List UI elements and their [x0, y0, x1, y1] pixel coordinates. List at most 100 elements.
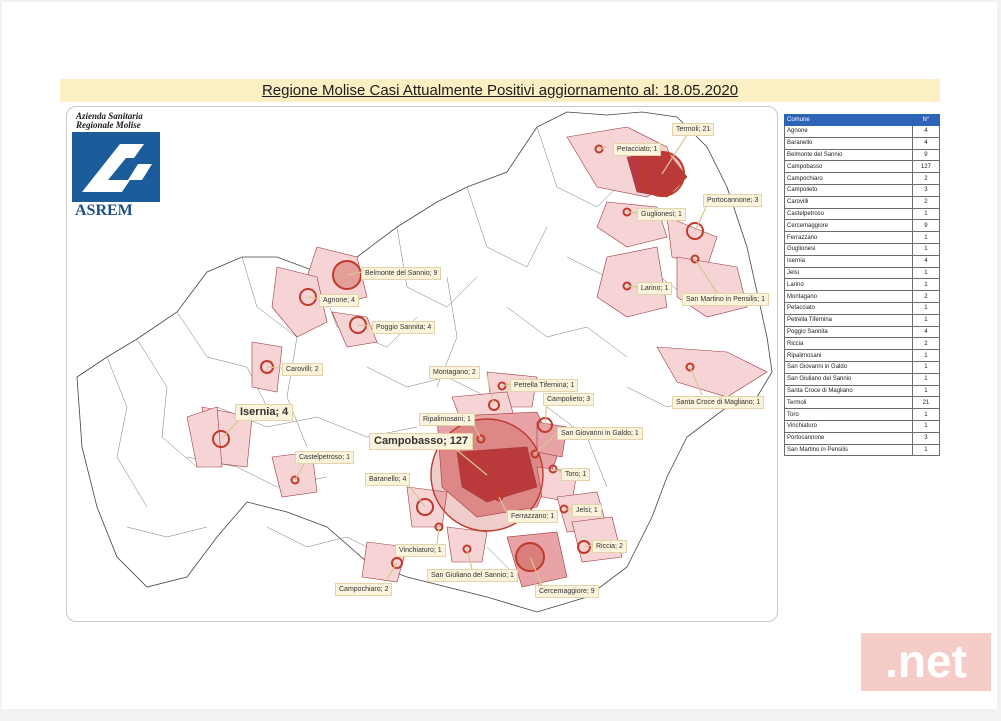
cell-count: 3	[911, 431, 941, 445]
cell-count: 3	[911, 183, 941, 197]
cell-comune: Petrella Tifernina	[784, 313, 913, 327]
label-campobasso: Campobasso; 127	[369, 433, 474, 450]
cell-comune: Ripalimosani	[784, 349, 913, 362]
cell-count: 1	[911, 384, 941, 398]
watermark-badge: .net	[861, 633, 991, 691]
map-frame: Termoli; 21 Petacciato; 1 Portocannone; …	[66, 106, 778, 622]
cell-comune: Belmonte del Sannio	[784, 148, 913, 162]
cell-count: 1	[911, 360, 941, 374]
cell-comune: Carovilli	[784, 195, 913, 209]
label-sangiovanni: San Giovanni in Galdo; 1	[557, 427, 643, 440]
table-row: Larino 1	[784, 278, 941, 292]
cell-comune: Baranello	[784, 136, 913, 150]
logo-brand: ASREM	[75, 202, 133, 219]
cell-count: 1	[911, 266, 941, 280]
cell-count: 1	[911, 372, 941, 386]
cell-count: 1	[911, 408, 941, 421]
label-cercemaggiore: Cercemaggiore; 9	[535, 585, 599, 598]
label-petrella: Petrella Tifernina; 1	[510, 379, 579, 392]
cell-count: 1	[911, 349, 941, 362]
label-baranello: Baranello; 4	[365, 473, 411, 486]
cell-comune: Campochiaro	[784, 172, 913, 185]
label-sanmartino: San Martino in Pensilis; 1	[682, 293, 769, 306]
cell-count: 21	[911, 396, 941, 410]
table-row: Jelsi 1	[784, 266, 941, 280]
cell-comune: Isernia	[784, 254, 913, 268]
cell-comune: Vinchiaturo	[784, 419, 913, 433]
col-comune: Comune	[784, 114, 913, 126]
table-row: Ripalimosani 1	[784, 349, 941, 362]
cell-comune: Campolieto	[784, 183, 913, 197]
cell-comune: Poggio Sannita	[784, 325, 913, 339]
table-row: Campobasso 127	[784, 160, 941, 174]
label-belmonte: Belmonte del Sannio; 9	[361, 267, 442, 280]
cell-comune: Toro	[784, 408, 913, 421]
table-row: Campolieto 3	[784, 183, 941, 197]
cell-count: 1	[911, 443, 941, 457]
cell-count: 1	[911, 231, 941, 244]
label-jelsi: Jelsi; 1	[572, 504, 602, 517]
cell-count: 4	[911, 125, 941, 138]
label-montagano: Montagano; 2	[429, 366, 480, 379]
label-vinchiaturo: Vinchiaturo; 1	[395, 544, 446, 557]
label-carovilli: Carovilli; 2	[282, 363, 323, 376]
cell-comune: Riccia	[784, 337, 913, 351]
table-row: Vinchiaturo 1	[784, 419, 941, 433]
cases-table: Comune N° Agnone 4 Baranello 4 Belmonte del …	[784, 114, 941, 457]
label-isernia: Isernia; 4	[235, 404, 294, 421]
cell-comune: Santa Croce di Magliano	[784, 384, 913, 398]
cell-comune: Montagano	[784, 290, 913, 303]
cell-count: 2	[911, 172, 941, 185]
label-petacciato: Petacciato; 1	[613, 143, 662, 156]
cell-count: 1	[911, 419, 941, 433]
table-row: Termoli 21	[784, 396, 941, 410]
cell-comune: Larino	[784, 278, 913, 292]
label-portocannone: Portocannone; 3	[703, 194, 763, 207]
col-count: N°	[911, 114, 941, 126]
cell-count: 4	[911, 325, 941, 339]
table-row: Petrella Tifernina 1	[784, 313, 941, 327]
table-row: Ferrazzano 1	[784, 231, 941, 244]
cell-count: 9	[911, 148, 941, 162]
label-guglionesi: Guglionesi; 1	[637, 208, 686, 221]
asrem-logo: Azienda Sanitaria Regionale Molise ASREM	[72, 112, 164, 220]
cell-count: 1	[911, 313, 941, 327]
cell-comune: Cercemaggiore	[784, 219, 913, 233]
cell-count: 1	[911, 207, 941, 221]
table-row: San Giovanni in Galdo 1	[784, 360, 941, 374]
cell-count: 1	[911, 278, 941, 292]
label-campolieto: Campolieto; 3	[543, 393, 595, 406]
label-toro: Toro; 1	[561, 468, 591, 481]
table-row: Guglionesi 1	[784, 242, 941, 256]
table-row: Petacciato 1	[784, 301, 941, 315]
cell-comune: Campobasso	[784, 160, 913, 174]
table-row: Montagano 2	[784, 290, 941, 303]
cell-count: 1	[911, 301, 941, 315]
label-sangiuliano: San Giuliano del Sannio; 1	[427, 569, 518, 582]
label-agnone: Agnone; 4	[319, 294, 359, 307]
cell-comune: Agnone	[784, 125, 913, 138]
cell-count: 2	[911, 195, 941, 209]
label-santacroce: Santa Croce di Magliano; 1	[672, 396, 765, 409]
label-termoli: Termoli; 21	[672, 123, 715, 136]
watermark-text: .net	[885, 635, 967, 687]
table-row: San Martino in Pensilis 1	[784, 443, 941, 457]
cell-count: 2	[911, 337, 941, 351]
cell-comune: Guglionesi	[784, 242, 913, 256]
table-row: Santa Croce di Magliano 1	[784, 384, 941, 398]
table-row: Portocannone 3	[784, 431, 941, 445]
cell-comune: San Giovanni in Galdo	[784, 360, 913, 374]
label-campochiaro: Campochiaro; 2	[335, 583, 393, 596]
table-row: Castelpetroso 1	[784, 207, 941, 221]
table-row: Campochiaro 2	[784, 172, 941, 185]
title-bar: Regione Molise Casi Attualmente Positivi…	[60, 79, 940, 102]
cell-count: 1	[911, 242, 941, 256]
cell-count: 4	[911, 136, 941, 150]
cell-count: 127	[911, 160, 941, 174]
table-row: Cercemaggiore 9	[784, 219, 941, 233]
cell-count: 4	[911, 254, 941, 268]
table-row: Poggio Sannita 4	[784, 325, 941, 339]
logo-org-line2: Regionale Molise	[76, 120, 141, 130]
cell-count: 9	[911, 219, 941, 233]
table-row: Belmonte del Sannio 9	[784, 148, 941, 162]
